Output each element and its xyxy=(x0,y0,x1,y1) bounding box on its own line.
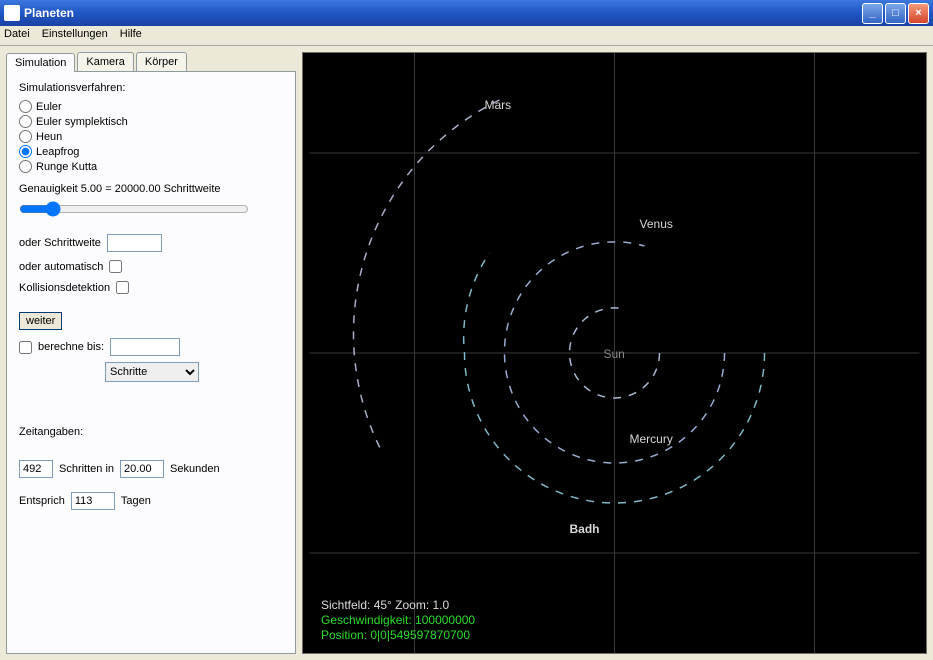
label-sun: Sun xyxy=(604,347,625,361)
menubar: Datei Einstellungen Hilfe xyxy=(0,26,933,46)
kollision-checkbox[interactable] xyxy=(116,281,129,294)
radio-heun[interactable] xyxy=(19,130,32,143)
status-overlay: Sichtfeld: 45° Zoom: 1.0 Geschwindigkeit… xyxy=(321,598,475,643)
accuracy-label: Genauigkeit 5.00 = 20000.00 Schrittweite xyxy=(19,183,283,195)
automatisch-label: oder automatisch xyxy=(19,261,103,273)
menu-datei[interactable]: Datei xyxy=(4,28,30,43)
tab-simulation[interactable]: Simulation xyxy=(6,53,75,72)
automatisch-checkbox[interactable] xyxy=(109,260,122,273)
sekunden-label: Sekunden xyxy=(170,463,220,475)
steps-input[interactable] xyxy=(19,460,53,478)
radio-euler-label: Euler xyxy=(36,101,62,113)
status-fov: Sichtfeld: 45° Zoom: 1.0 xyxy=(321,598,475,613)
label-venus: Venus xyxy=(640,217,673,231)
tagen-label: Tagen xyxy=(121,495,151,507)
viewport[interactable]: Sun Mercury Venus Mars Badh Sichtfeld: 4… xyxy=(302,52,927,654)
content-area: Simulation Kamera Körper Simulationsverf… xyxy=(0,46,933,660)
accuracy-slider[interactable] xyxy=(19,201,249,217)
app-icon xyxy=(4,5,20,21)
label-earth-moon: Badh xyxy=(570,522,600,536)
label-mercury: Mercury xyxy=(630,432,673,446)
window-title: Planeten xyxy=(24,6,862,20)
tab-body: Simulationsverfahren: Euler Euler symple… xyxy=(6,71,296,654)
days-input[interactable] xyxy=(71,492,115,510)
left-panel: Simulation Kamera Körper Simulationsverf… xyxy=(6,52,296,654)
tab-strip: Simulation Kamera Körper xyxy=(6,52,296,71)
zeitangaben-label: Zeitangaben: xyxy=(19,426,283,438)
verfahren-label: Simulationsverfahren: xyxy=(19,82,283,94)
radio-leapfrog-label: Leapfrog xyxy=(36,146,79,158)
schritten-in-label: Schritten in xyxy=(59,463,114,475)
radio-heun-label: Heun xyxy=(36,131,62,143)
entspricht-label: Entsprich xyxy=(19,495,65,507)
tab-koerper[interactable]: Körper xyxy=(136,52,187,71)
minimize-button[interactable]: _ xyxy=(862,3,883,24)
unit-select[interactable]: Schritte xyxy=(105,362,199,382)
schrittweite-label: oder Schrittweite xyxy=(19,237,101,249)
kollision-label: Kollisionsdetektion xyxy=(19,282,110,294)
radio-euler-sym-label: Euler symplektisch xyxy=(36,116,128,128)
label-mars: Mars xyxy=(485,98,512,112)
tab-kamera[interactable]: Kamera xyxy=(77,52,134,71)
berechne-input[interactable] xyxy=(110,338,180,356)
status-position: Position: 0|0|549597870700 xyxy=(321,628,475,643)
radio-euler[interactable] xyxy=(19,100,32,113)
menu-hilfe[interactable]: Hilfe xyxy=(120,28,142,43)
weiter-button[interactable]: weiter xyxy=(19,312,62,330)
radio-runge[interactable] xyxy=(19,160,32,173)
seconds-input[interactable] xyxy=(120,460,164,478)
berechne-label: berechne bis: xyxy=(38,341,104,353)
radio-runge-label: Runge Kutta xyxy=(36,161,97,173)
status-speed: Geschwindigkeit: 100000000 xyxy=(321,613,475,628)
close-button[interactable]: × xyxy=(908,3,929,24)
titlebar: Planeten _ □ × xyxy=(0,0,933,26)
menu-einstellungen[interactable]: Einstellungen xyxy=(42,28,108,43)
radio-leapfrog[interactable] xyxy=(19,145,32,158)
radio-euler-sym[interactable] xyxy=(19,115,32,128)
berechne-checkbox[interactable] xyxy=(19,341,32,354)
schrittweite-input[interactable] xyxy=(107,234,162,252)
maximize-button[interactable]: □ xyxy=(885,3,906,24)
window-controls: _ □ × xyxy=(862,3,929,24)
